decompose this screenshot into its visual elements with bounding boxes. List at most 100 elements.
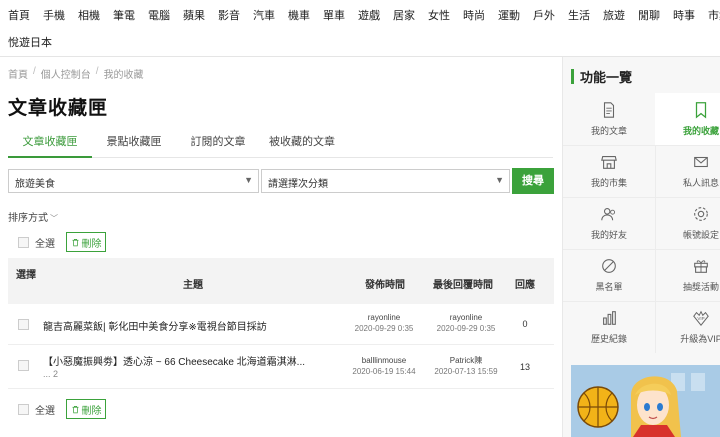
sidebar-item-account-settings[interactable]: 帳號設定 bbox=[655, 197, 720, 249]
page-links[interactable]: ... 2 bbox=[43, 369, 58, 379]
nav-link[interactable]: 時尚 bbox=[463, 9, 485, 23]
row-checkbox[interactable] bbox=[18, 319, 29, 330]
anime-character-illustration bbox=[571, 365, 720, 437]
sort-dropdown[interactable]: 排序方式 ﹀ bbox=[8, 209, 58, 224]
table-header: 選擇 主題 發佈時間 最後回覆時間 回應 bbox=[8, 258, 554, 304]
tab-bar: 文章收藏匣 景點收藏匣 訂閱的文章 被收藏的文章 bbox=[8, 126, 553, 158]
column-header-replies: 回應 bbox=[515, 280, 535, 291]
block-icon bbox=[602, 259, 616, 273]
tab-subscribed-articles[interactable]: 訂閱的文章 bbox=[176, 126, 260, 158]
sidebar-item-label: 我的文章 bbox=[590, 126, 627, 136]
nav-link[interactable]: 蘋果 bbox=[183, 9, 205, 23]
subcategory-select[interactable]: 請選擇次分類 ▼ bbox=[261, 169, 510, 193]
nav-link[interactable]: 遊戲 bbox=[358, 9, 380, 23]
tab-article-favorites[interactable]: 文章收藏匣 bbox=[8, 126, 92, 158]
nav-link[interactable]: 戶外 bbox=[533, 9, 555, 23]
nav-link[interactable]: 首頁 bbox=[8, 9, 30, 23]
published-date: 2020-09-29 0:35 bbox=[354, 324, 414, 333]
last-reply-user[interactable]: rayonline bbox=[426, 312, 506, 323]
breadcrumb-separator: / bbox=[33, 66, 36, 77]
last-reply-info: rayonline 2020-09-29 0:35 bbox=[426, 312, 506, 334]
column-header-last-reply: 最後回覆時間 bbox=[433, 280, 493, 291]
reply-count: 0 bbox=[522, 319, 528, 329]
nav-link[interactable]: 生活 bbox=[568, 9, 590, 23]
breadcrumb-current: 我的收藏 bbox=[103, 70, 144, 81]
column-header-select: 選擇 bbox=[16, 270, 36, 281]
tab-favorited-by-others[interactable]: 被收藏的文章 bbox=[260, 126, 344, 158]
sidebar-item-label: 帳號設定 bbox=[682, 230, 719, 240]
sidebar-item-my-friends[interactable]: 我的好友 bbox=[563, 197, 655, 249]
search-button[interactable]: 搜尋 bbox=[512, 168, 554, 194]
nav-link[interactable]: 居家 bbox=[393, 9, 415, 23]
category-select-value: 旅遊美食 bbox=[15, 179, 55, 190]
nav-link[interactable]: 時事 bbox=[673, 9, 695, 23]
select-all-checkbox[interactable] bbox=[18, 403, 29, 415]
delete-label: 刪除 bbox=[81, 238, 102, 250]
chevron-down-icon: ▼ bbox=[495, 175, 504, 185]
nav-link[interactable]: 旅遊 bbox=[603, 9, 625, 23]
nav-link[interactable]: 運動 bbox=[498, 9, 520, 23]
sidebar-item-label: 升級為VIP bbox=[680, 334, 720, 344]
sidebar-item-my-articles[interactable]: 我的文章 bbox=[563, 93, 655, 145]
friends-icon bbox=[601, 208, 616, 221]
favorites-table: 選擇 主題 發佈時間 最後回覆時間 回應 龍吉高麗菜飯| 彰化田中美食分享※電視… bbox=[8, 258, 554, 389]
column-header-published: 發佈時間 bbox=[365, 280, 405, 291]
row-checkbox[interactable] bbox=[18, 360, 29, 371]
nav-link[interactable]: 機車 bbox=[288, 9, 310, 23]
nav-link[interactable]: 市集 bbox=[708, 9, 720, 23]
delete-button[interactable]: 刪除 bbox=[66, 399, 106, 419]
nav-link[interactable]: 電腦 bbox=[148, 9, 170, 23]
delete-button[interactable]: 刪除 bbox=[66, 232, 106, 252]
nav-link[interactable]: 單車 bbox=[323, 9, 345, 23]
breadcrumb-control-panel[interactable]: 個人控制台 bbox=[41, 66, 91, 81]
nav-link[interactable]: 悅遊日本 bbox=[8, 36, 52, 50]
tab-spot-favorites[interactable]: 景點收藏匣 bbox=[92, 126, 176, 158]
table-row: 龍吉高麗菜飯| 彰化田中美食分享※電視台節目採訪 rayonline 2020-… bbox=[8, 304, 554, 345]
nav-link[interactable]: 汽車 bbox=[253, 9, 275, 23]
gear-icon bbox=[694, 207, 708, 221]
nav-link[interactable]: 女性 bbox=[428, 9, 450, 23]
sidebar-item-blacklist[interactable]: 黑名單 bbox=[563, 249, 655, 301]
last-reply-user[interactable]: Patrick陳 bbox=[426, 355, 506, 366]
sidebar-item-label: 抽獎活動 bbox=[682, 282, 719, 292]
category-nav-row-1: 首頁 手機 相機 筆電 電腦 蘋果 影音 汽車 機車 單車 遊戲 居家 女性 時… bbox=[0, 9, 720, 23]
author-name[interactable]: balllinmouse bbox=[344, 355, 424, 366]
breadcrumb-home[interactable]: 首頁 bbox=[8, 66, 28, 81]
table-row: 【小惡魔振興劵】透心涼 ~ 66 Cheesecake 北海道霜淇淋... ..… bbox=[8, 345, 554, 389]
sidebar-item-upgrade-vip[interactable]: VIP 升級為VIP bbox=[655, 301, 720, 353]
nav-link[interactable]: 筆電 bbox=[113, 9, 135, 23]
sidebar-item-my-market[interactable]: 我的市集 bbox=[563, 145, 655, 197]
reply-count: 13 bbox=[519, 362, 530, 372]
select-all-label[interactable]: 全選 bbox=[35, 402, 55, 417]
sidebar-item-label: 我的市集 bbox=[590, 178, 627, 188]
sidebar-item-lottery[interactable]: 抽獎活動 bbox=[655, 249, 720, 301]
published-info: rayonline 2020-09-29 0:35 bbox=[344, 312, 424, 334]
published-info: balllinmouse 2020-06-19 15:44 bbox=[344, 355, 424, 377]
select-all-label[interactable]: 全選 bbox=[35, 235, 55, 250]
article-title-link[interactable]: 龍吉高麗菜飯| 彰化田中美食分享※電視台節目採訪 bbox=[43, 318, 267, 333]
trash-icon bbox=[72, 405, 78, 413]
advertisement-banner[interactable] bbox=[571, 365, 720, 437]
nav-link[interactable]: 閒聊 bbox=[638, 9, 660, 23]
vip-icon: VIP bbox=[693, 310, 709, 326]
select-all-checkbox[interactable] bbox=[18, 236, 29, 248]
nav-link[interactable]: 手機 bbox=[43, 9, 65, 23]
svg-text:VIP: VIP bbox=[697, 316, 704, 321]
sidebar-item-my-favorites[interactable]: 我的收藏 bbox=[655, 93, 720, 145]
nav-link[interactable]: 影音 bbox=[218, 9, 240, 23]
sidebar-item-label: 我的收藏 bbox=[682, 126, 719, 136]
author-name[interactable]: rayonline bbox=[344, 312, 424, 323]
sidebar-item-label: 黑名單 bbox=[595, 282, 623, 292]
last-reply-date: 2020-09-29 0:35 bbox=[436, 324, 496, 333]
last-reply-info: Patrick陳 2020-07-13 15:59 bbox=[426, 355, 506, 377]
sidebar-item-history[interactable]: 歷史紀錄 bbox=[563, 301, 655, 353]
article-title-link[interactable]: 【小惡魔振興劵】透心涼 ~ 66 Cheesecake 北海道霜淇淋... bbox=[43, 353, 305, 368]
gift-icon bbox=[694, 260, 708, 273]
sidebar-title: 功能一覽 bbox=[580, 70, 633, 85]
sort-label: 排序方式 bbox=[8, 213, 48, 224]
chevron-down-icon: ﹀ bbox=[50, 214, 58, 223]
nav-link[interactable]: 相機 bbox=[78, 9, 100, 23]
published-date: 2020-06-19 15:44 bbox=[352, 367, 416, 376]
sidebar-item-private-messages[interactable]: 私人訊息 bbox=[655, 145, 720, 197]
category-select[interactable]: 旅遊美食 ▼ bbox=[8, 169, 259, 193]
